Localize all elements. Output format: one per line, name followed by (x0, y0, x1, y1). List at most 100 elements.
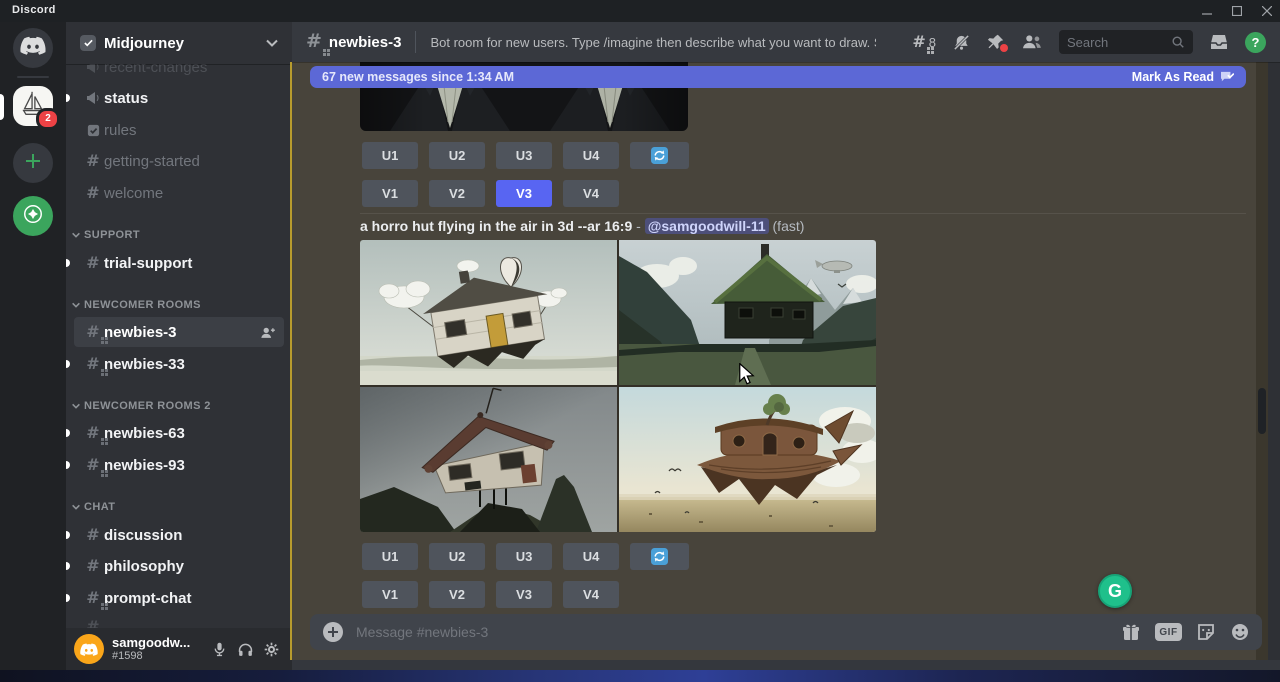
attach-plus-icon[interactable] (322, 621, 344, 643)
u4-button[interactable]: U4 (563, 543, 619, 570)
user-mention[interactable]: @samgoodwill-11 (645, 218, 769, 234)
server-name: Midjourney (104, 35, 266, 52)
server-header[interactable]: Midjourney (66, 22, 292, 64)
v3-button-selected[interactable]: V3 (496, 180, 552, 207)
sidebar-item-status[interactable]: status (74, 83, 284, 113)
notification-settings-button[interactable] (952, 33, 971, 52)
pinned-messages-button[interactable] (987, 33, 1005, 51)
sticker-icon[interactable] (1196, 622, 1216, 642)
minimize-button[interactable] (1200, 4, 1214, 18)
u3-button[interactable]: U3 (496, 142, 552, 169)
close-button[interactable] (1260, 4, 1274, 18)
unread-pill (66, 594, 70, 602)
threads-button[interactable]: # 8 (912, 34, 936, 50)
gear-icon (263, 641, 280, 658)
hash-icon: # (82, 153, 104, 169)
message-composer[interactable]: Message #newbies-3 GIF (310, 614, 1262, 650)
unread-pill (66, 461, 70, 469)
scrollbar-track[interactable] (1256, 62, 1268, 660)
hash-icon: # (82, 255, 104, 271)
sidebar-item-welcome[interactable]: # welcome (74, 178, 284, 208)
category-support[interactable]: SUPPORT (72, 224, 284, 246)
hash-threads-icon: # (82, 356, 104, 372)
u1-button[interactable]: U1 (362, 543, 418, 570)
deafen-button[interactable] (232, 636, 258, 662)
channel-topic[interactable]: Bot room for new users. Type /imagine th… (430, 35, 876, 50)
reroll-button[interactable] (630, 142, 689, 169)
maximize-button[interactable] (1230, 4, 1244, 18)
create-invite-icon[interactable] (260, 326, 276, 339)
refresh-icon (651, 147, 668, 164)
header-divider (415, 31, 416, 53)
reroll-button[interactable] (630, 543, 689, 570)
mouse-cursor (737, 363, 756, 390)
v3-button[interactable]: V3 (496, 581, 552, 608)
grid-image-3-crooked-house[interactable] (360, 387, 617, 532)
category-newcomer-rooms-2[interactable]: NEWCOMER ROOMS 2 (72, 395, 284, 417)
grammarly-badge[interactable]: G (1098, 574, 1132, 608)
user-discriminator: #1598 (112, 650, 206, 662)
u1-button[interactable]: U1 (362, 142, 418, 169)
member-list-button[interactable] (1021, 33, 1043, 51)
category-newcomer-rooms[interactable]: NEWCOMER ROOMS (72, 294, 284, 316)
plus-icon (24, 152, 42, 175)
message-input[interactable]: Message #newbies-3 (356, 624, 1121, 640)
sidebar-item-discussion[interactable]: # discussion (74, 520, 284, 550)
u2-button[interactable]: U2 (429, 142, 485, 169)
username: samgoodw... (112, 636, 206, 650)
mark-as-read-button[interactable]: Mark As Read (1132, 70, 1234, 84)
user-avatar[interactable] (74, 634, 104, 664)
search-input[interactable]: Search (1059, 30, 1193, 54)
v1-button[interactable]: V1 (362, 581, 418, 608)
v4-button[interactable]: V4 (563, 180, 619, 207)
chevron-down-icon (72, 504, 80, 510)
help-button[interactable]: ? (1245, 32, 1266, 53)
scrollbar-thumb[interactable] (1258, 388, 1266, 434)
new-messages-bar[interactable]: 67 new messages since 1:34 AM Mark As Re… (310, 66, 1246, 88)
category-chat[interactable]: CHAT (72, 496, 284, 518)
rules-check-icon (82, 123, 104, 138)
v4-button[interactable]: V4 (563, 581, 619, 608)
hash-threads-icon: # (82, 590, 104, 606)
discord-home-button[interactable] (13, 28, 53, 68)
v2-button[interactable]: V2 (429, 180, 485, 207)
capture-region-line (290, 62, 292, 660)
sidebar-item-newbies-63[interactable]: # newbies-63 (74, 418, 284, 448)
v1-button[interactable]: V1 (362, 180, 418, 207)
sidebar-item-rules[interactable]: rules (74, 115, 284, 145)
explore-servers-button[interactable] (13, 196, 53, 236)
u3-button[interactable]: U3 (496, 543, 552, 570)
u4-button[interactable]: U4 (563, 142, 619, 169)
variation-button-row-msg2: V1 V2 V3 V4 (362, 581, 619, 608)
grid-image-1-balloon-house[interactable] (360, 240, 617, 385)
sidebar-item-newbies-33[interactable]: # newbies-33 (74, 349, 284, 379)
sidebar-item-getting-started[interactable]: # getting-started (74, 146, 284, 176)
hash-threads-icon: # (82, 324, 104, 340)
emoji-picker-icon[interactable] (1230, 622, 1250, 642)
mute-microphone-button[interactable] (206, 636, 232, 662)
threads-icon: # (912, 34, 925, 50)
u2-button[interactable]: U2 (429, 543, 485, 570)
sidebar-item-newbies-93[interactable]: # newbies-93 (74, 450, 284, 480)
channel-sidebar: Midjourney recent-changes status rules #… (66, 22, 292, 670)
inbox-button[interactable] (1209, 32, 1229, 52)
sidebar-item-newbies-3[interactable]: # newbies-3 (74, 317, 284, 347)
user-info[interactable]: samgoodw... #1598 (112, 636, 206, 662)
unread-pill (66, 94, 70, 102)
grid-image-4-floating-island[interactable] (619, 387, 876, 532)
hash-icon: # (82, 558, 104, 574)
verified-server-icon (80, 35, 96, 51)
megaphone-icon (82, 90, 104, 106)
chevron-down-icon (72, 232, 80, 238)
sidebar-item-trial-support[interactable]: # trial-support (74, 248, 284, 278)
gif-picker-icon[interactable]: GIF (1155, 623, 1182, 641)
gift-icon[interactable] (1121, 622, 1141, 642)
server-unread-badge: 2 (36, 108, 60, 130)
add-server-button[interactable] (13, 143, 53, 183)
sidebar-item-prompt-chat[interactable]: # prompt-chat (74, 583, 284, 613)
selected-server-pill (0, 94, 4, 120)
window-titlebar: Discord (0, 0, 1280, 22)
sidebar-item-philosophy[interactable]: # philosophy (74, 551, 284, 581)
user-settings-button[interactable] (258, 636, 284, 662)
v2-button[interactable]: V2 (429, 581, 485, 608)
